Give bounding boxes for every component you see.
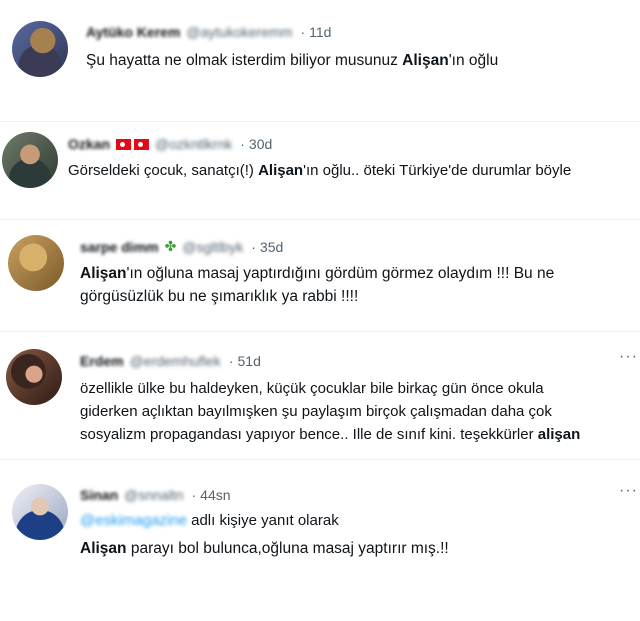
more-options-icon[interactable]: ···: [619, 482, 638, 500]
tweet-5[interactable]: Sinan @snnaltn · 44sn ··· @eskimagazine …: [0, 460, 640, 580]
user-handle[interactable]: @ozkntlkrnk: [155, 136, 232, 152]
tweet-header: Aytüko Kerem @aytukokeremm · 11d: [86, 24, 331, 40]
tweet-text: Alişan parayı bol bulunca,oğluna masaj y…: [80, 537, 449, 560]
tweet-3[interactable]: sarpe dimm ✤ @sgltlbyk · 35d Alişan'ın o…: [0, 220, 640, 330]
text-part: Şu hayatta ne olmak isterdim biliyor mus…: [86, 52, 403, 69]
avatar[interactable]: [12, 21, 68, 77]
reply-to-handle[interactable]: @eskimagazine: [80, 512, 187, 529]
timestamp[interactable]: 30d: [249, 136, 272, 152]
turkey-flag-icon: [116, 138, 132, 150]
display-name[interactable]: Aytüko Kerem: [86, 24, 180, 40]
user-handle[interactable]: @erdemhuflek: [130, 353, 221, 369]
display-name[interactable]: Erdem: [80, 353, 124, 369]
text-part: 'ın oğluna masaj yaptırdığını gördüm gör…: [126, 265, 555, 282]
text-part: parayı bol bulunca,oğluna masaj yaptırır…: [126, 540, 449, 557]
text-part: sosyalizm propagandası yapıyor bence.. I…: [80, 426, 538, 443]
tweet-4[interactable]: Erdem @erdemhuflek · 51d ··· özellikle ü…: [0, 332, 640, 458]
text-part: 'ın oğlu: [448, 52, 499, 69]
tweet-2[interactable]: Ozkan @ozkntlkrnk · 30d Görseldeki çocuk…: [0, 122, 640, 218]
mention-alisan: Alişan: [402, 52, 449, 69]
avatar[interactable]: [2, 132, 58, 188]
turkey-flag-icon: [134, 138, 150, 150]
separator-dot: ·: [300, 24, 306, 40]
clover-icon: ✤: [164, 238, 177, 254]
avatar[interactable]: [6, 349, 62, 405]
text-part: 'ın oğlu.. öteki Türkiye'de durumlar böy…: [303, 162, 572, 179]
user-handle[interactable]: @aytukokeremm: [186, 24, 292, 40]
mention-alisan: Alişan: [258, 162, 304, 179]
timestamp[interactable]: 44sn: [200, 487, 230, 503]
text-line: giderken açlıktan bayılmışken şu paylaşı…: [80, 403, 552, 420]
timestamp[interactable]: 51d: [238, 353, 261, 369]
text-line: özellikle ülke bu haldeyken, küçük çocuk…: [80, 380, 544, 397]
text-line: Alişan'ın oğluna masaj yaptırdığını görd…: [80, 262, 640, 285]
tweet-text: özellikle ülke bu haldeyken, küçük çocuk…: [80, 377, 640, 446]
text-line: sosyalizm propagandası yapıyor bence.. I…: [80, 423, 640, 446]
avatar[interactable]: [8, 235, 64, 291]
separator-dot: ·: [191, 487, 197, 503]
mention-alisan: Alişan: [80, 540, 127, 557]
user-handle[interactable]: @sgltlbyk: [182, 239, 243, 255]
separator-dot: ·: [240, 136, 245, 152]
separator-dot: ·: [228, 353, 234, 369]
more-options-icon[interactable]: ···: [619, 348, 638, 366]
display-name[interactable]: sarpe dimm: [80, 239, 159, 255]
tweet-text: Şu hayatta ne olmak isterdim biliyor mus…: [86, 49, 498, 72]
separator-dot: ·: [251, 238, 256, 255]
tweet-1[interactable]: Aytüko Kerem @aytukokeremm · 11d Şu haya…: [0, 0, 640, 120]
tweet-text: Görseldeki çocuk, sanatçı(!) Alişan'ın o…: [68, 159, 571, 182]
reply-to-label: adlı kişiye yanıt olarak: [186, 512, 339, 529]
text-line: görgüsüzlük bu ne şımarıklık ya rabbi !!…: [80, 288, 359, 305]
mention-alisan: Alişan: [80, 265, 127, 282]
tweet-header: Sinan @snnaltn · 44sn: [80, 487, 231, 503]
reply-context: @eskimagazine adlı kişiye yanıt olarak: [80, 512, 339, 529]
display-name[interactable]: Ozkan: [68, 136, 110, 152]
tweet-text: Alişan'ın oğluna masaj yaptırdığını görd…: [80, 262, 640, 308]
tweet-header: sarpe dimm ✤ @sgltlbyk · 35d: [80, 238, 283, 255]
timestamp[interactable]: 11d: [309, 24, 331, 40]
avatar[interactable]: [12, 484, 68, 540]
mention-alisan: alişan: [537, 426, 581, 443]
tweet-header: Erdem @erdemhuflek · 51d: [80, 353, 261, 369]
timestamp[interactable]: 35d: [260, 239, 283, 255]
display-name[interactable]: Sinan: [80, 487, 118, 503]
text-part: Görseldeki çocuk, sanatçı(!): [68, 162, 259, 179]
user-handle[interactable]: @snnaltn: [124, 487, 183, 503]
tweet-header: Ozkan @ozkntlkrnk · 30d: [68, 136, 272, 152]
